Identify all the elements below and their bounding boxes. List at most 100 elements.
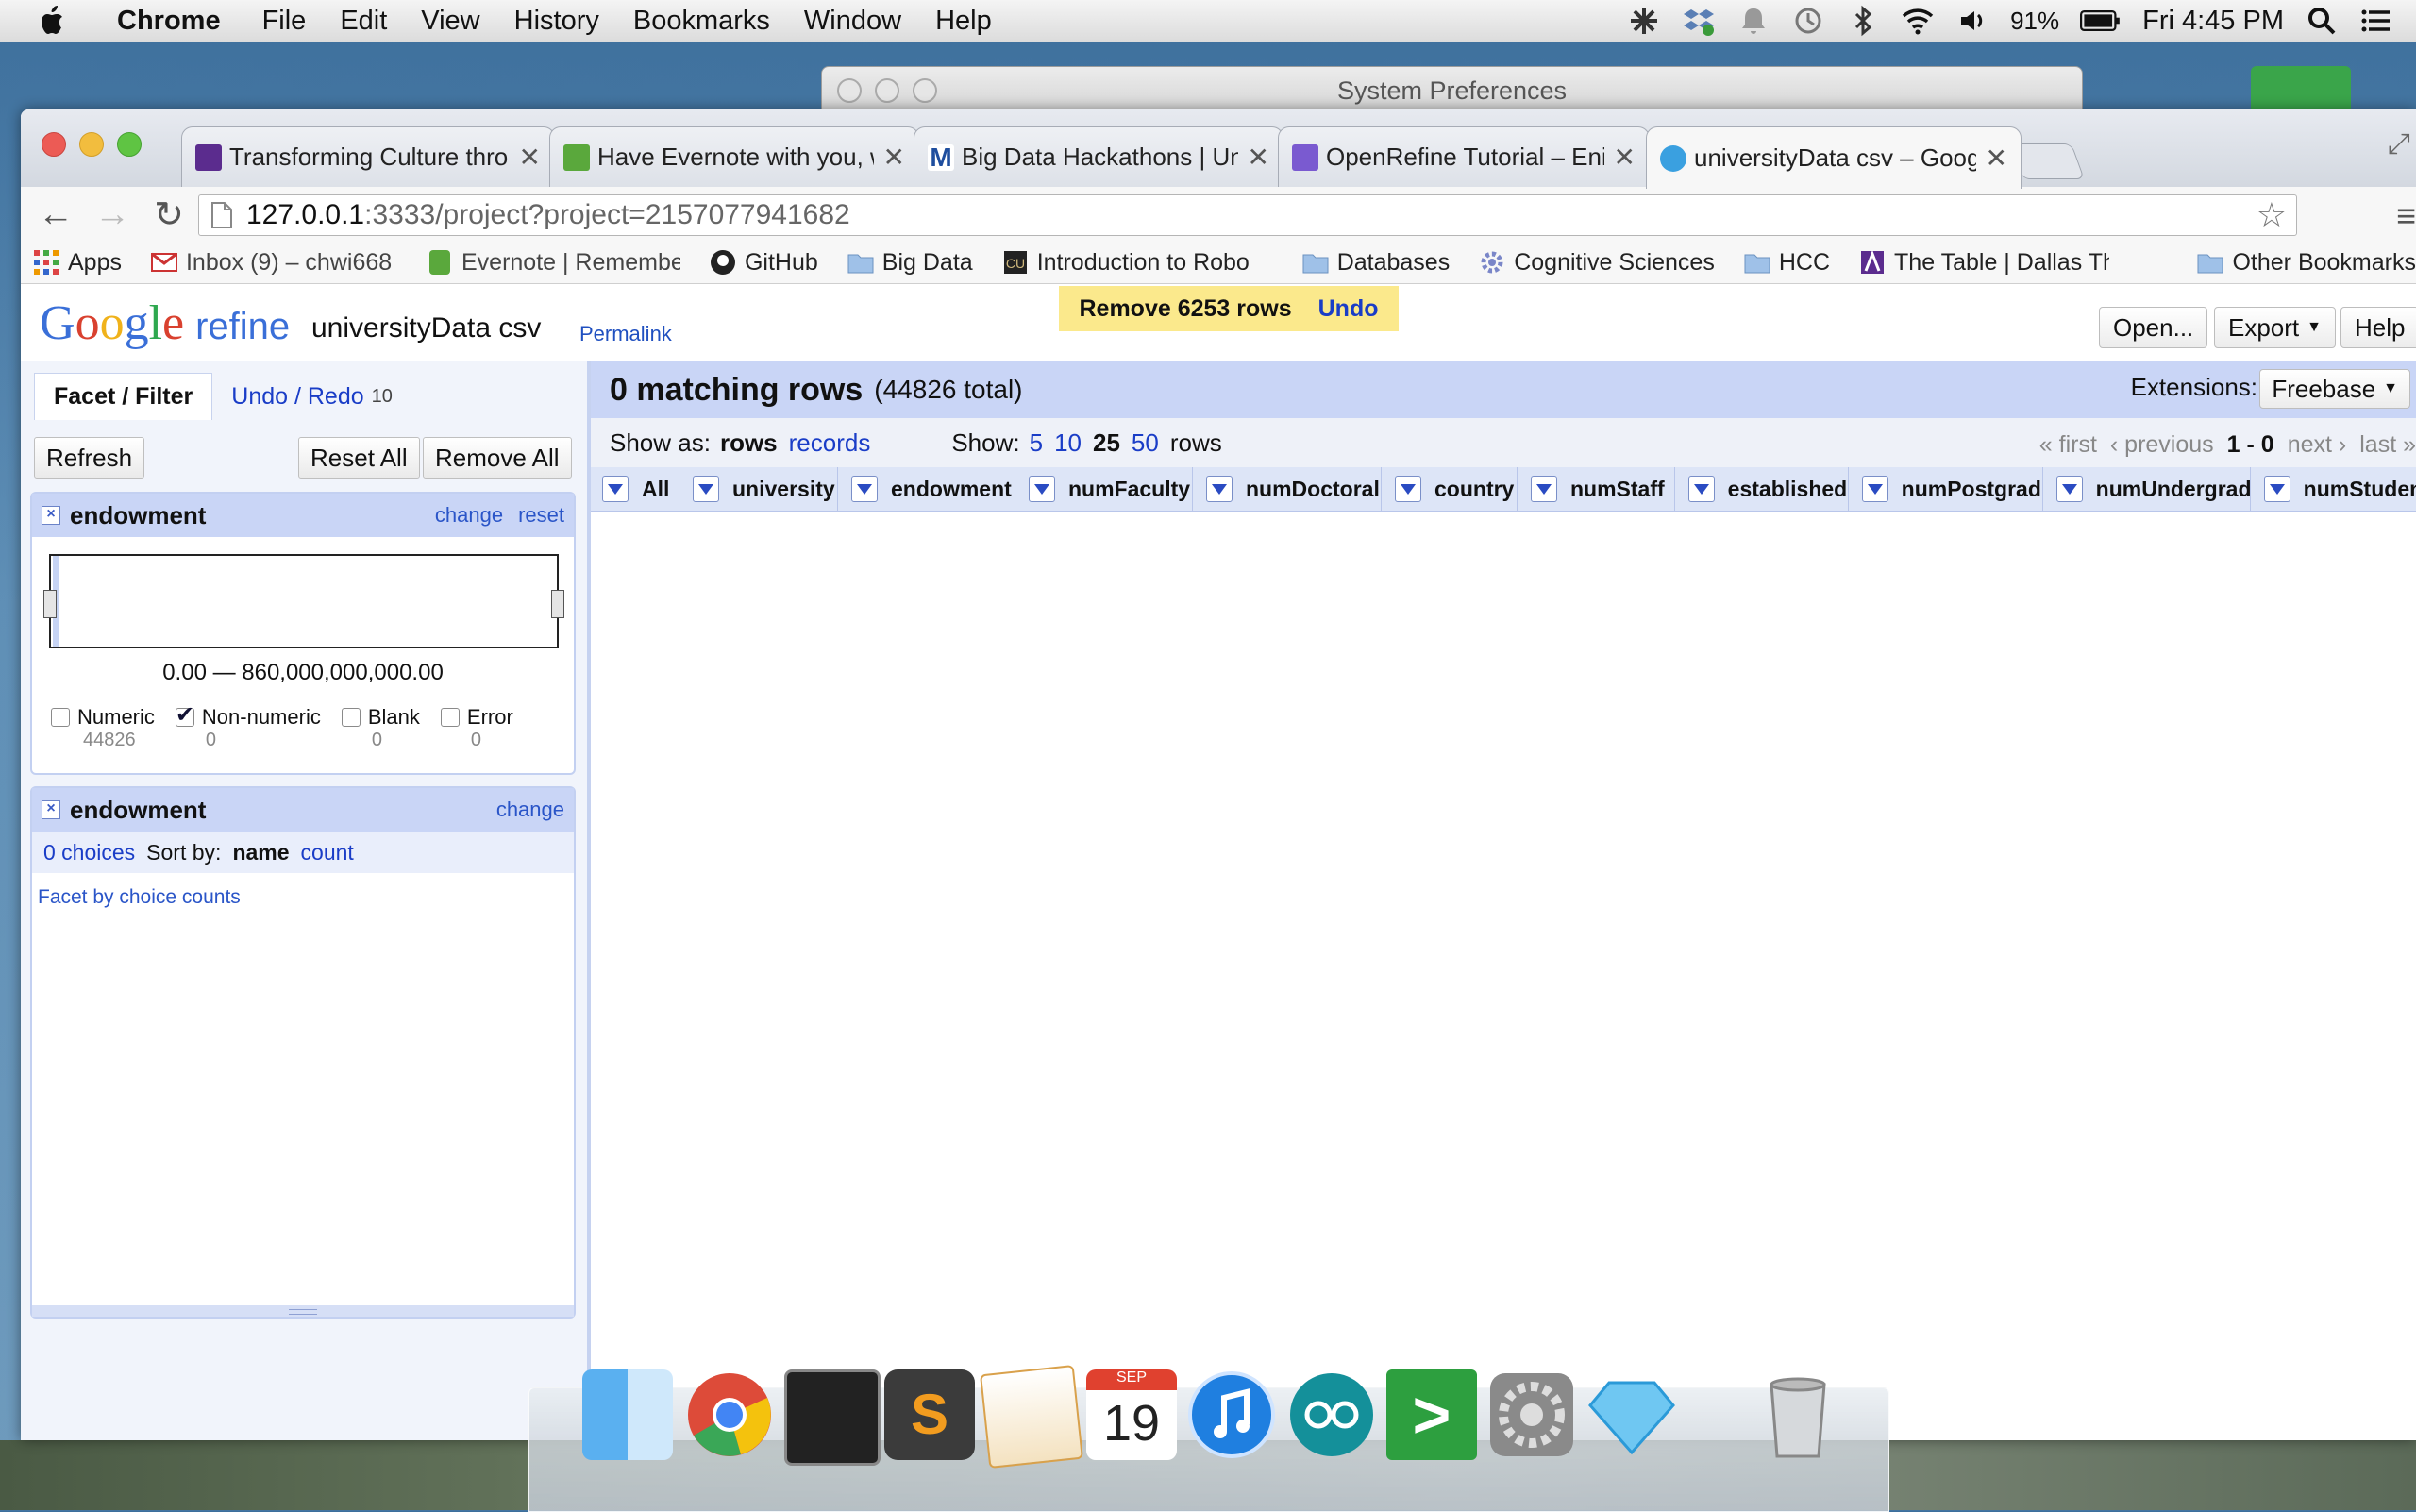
page-size-25-selected[interactable]: 25 [1093,428,1120,458]
menu-edit[interactable]: Edit [323,6,404,37]
system-preferences-icon[interactable] [1486,1369,1577,1460]
column-header-numundergrad[interactable]: numUndergrad [2043,467,2252,511]
column-header-numpostgrad[interactable]: numPostgrad [1849,467,2043,511]
bookmark-the-table[interactable]: The Table | Dallas Th [1858,248,2109,277]
tab-facet-filter[interactable]: Facet / Filter [34,373,213,420]
column-menu-icon[interactable] [2055,476,2083,502]
close-tab-icon[interactable]: ✕ [1248,142,1269,173]
bookmark-star-icon[interactable]: ☆ [2257,195,2287,235]
close-tab-icon[interactable]: ✕ [519,142,541,173]
page-size-10[interactable]: 10 [1054,428,1082,458]
checkbox-non-numeric[interactable]: Non-numeric 0 [175,701,321,751]
minimize-window-button[interactable] [79,132,104,157]
terminal-icon[interactable] [784,1369,881,1466]
facet-change-link[interactable]: change [496,798,564,822]
dropbox-icon[interactable] [1682,4,1716,38]
menu-bookmarks[interactable]: Bookmarks [616,6,787,37]
pager-previous[interactable]: ‹ previous [2110,431,2214,459]
reset-all-button[interactable]: Reset All [298,437,420,479]
checkbox-box[interactable] [341,708,361,727]
chrome-icon[interactable] [684,1369,775,1460]
column-menu-icon[interactable] [1395,476,1421,502]
wifi-icon[interactable] [1901,4,1935,38]
column-header-university[interactable]: university [680,467,838,511]
show-as-records-link[interactable]: records [789,428,871,458]
remove-facet-icon[interactable]: × [42,800,60,819]
column-menu-icon[interactable] [1861,476,1888,502]
freebase-extensions-button[interactable]: Freebase ▼ [2259,369,2410,409]
system-preferences-window[interactable]: System Preferences [821,66,2083,115]
column-menu-icon[interactable] [1531,476,1557,502]
column-menu-icon[interactable] [851,476,878,502]
tab-undo-redo[interactable]: Undo / Redo 10 [212,373,411,420]
browser-tab-4[interactable]: OpenRefine Tutorial – Enip ✕ [1278,126,1650,187]
chrome-menu-icon[interactable]: ≡ [2396,196,2416,236]
browser-tab-2[interactable]: Have Evernote with you, w ✕ [549,126,919,187]
checkbox-blank[interactable]: Blank 0 [341,705,420,751]
zoom-window-button[interactable] [117,132,142,157]
column-menu-icon[interactable] [1029,476,1055,502]
menu-app-name[interactable]: Chrome [100,6,238,37]
calendar-icon[interactable]: SEP 19 [1086,1369,1177,1460]
trash-icon[interactable] [1753,1369,1843,1460]
choices-count-link[interactable]: 0 choices [43,840,135,865]
time-machine-icon[interactable] [1791,4,1825,38]
facet-resize-handle[interactable] [32,1305,574,1317]
bookmark-apps[interactable]: Apps [32,248,122,277]
column-menu-icon[interactable] [2263,476,2290,502]
bookmark-inbox[interactable]: Inbox (9) – chwi668 [150,248,397,277]
range-left-handle[interactable] [43,590,57,618]
sketch-icon[interactable] [1586,1369,1677,1460]
open-button[interactable]: Open... [2099,307,2208,348]
column-menu-icon[interactable] [1206,476,1233,502]
page-size-5[interactable]: 5 [1030,428,1043,458]
facet-reset-link[interactable]: reset [518,503,564,528]
volume-icon[interactable] [1955,4,1989,38]
bookmark-evernote[interactable]: Evernote | Remembe [426,248,680,277]
pager-first[interactable]: « first [2039,431,2097,459]
column-header-country[interactable]: country [1382,467,1518,511]
menu-clock[interactable]: Fri 4:45 PM [2142,6,2284,37]
close-window-button[interactable] [42,132,66,157]
column-header-numstaff[interactable]: numStaff [1518,467,1675,511]
column-header-numstudents[interactable]: numStuden [2251,467,2416,511]
bookmark-cognitive-sciences[interactable]: Cognitive Sciences [1478,248,1715,277]
checkbox-box[interactable] [440,708,460,727]
menu-window[interactable]: Window [787,6,918,37]
show-as-rows[interactable]: rows [720,428,778,458]
bookmark-folder-big-data[interactable]: Big Data [847,248,973,277]
asterisk-icon[interactable] [1627,4,1661,38]
bookmark-folder-databases[interactable]: Databases [1301,248,1450,277]
checkbox-box-checked[interactable] [175,701,194,729]
menu-history[interactable]: History [497,6,616,37]
reload-icon[interactable]: ↻ [147,193,191,236]
spotlight-search-icon[interactable] [2305,4,2339,38]
sort-by-count-link[interactable]: count [301,840,354,865]
browser-tab-1[interactable]: Transforming Culture thro ✕ [181,126,555,187]
browser-tab-active[interactable]: universityData csv – Googl ✕ [1646,126,2022,189]
facet-change-link[interactable]: change [435,503,503,528]
undo-link[interactable]: Undo [1318,295,1379,323]
bluetooth-icon[interactable] [1846,4,1880,38]
column-menu-icon[interactable] [693,476,719,502]
finder-icon[interactable] [582,1369,673,1460]
permalink-link[interactable]: Permalink [579,322,672,346]
range-right-handle[interactable] [551,590,564,618]
checkbox-error[interactable]: Error 0 [440,705,513,751]
close-tab-icon[interactable]: ✕ [883,142,905,173]
pages-icon[interactable] [980,1365,1083,1469]
checkbox-box[interactable] [51,708,70,727]
bookmark-folder-hcc[interactable]: HCC [1743,248,1830,277]
itunes-icon[interactable] [1186,1369,1277,1460]
menu-file[interactable]: File [245,6,324,37]
remove-all-button[interactable]: Remove All [423,437,572,479]
column-header-all[interactable]: All [591,467,680,511]
export-button[interactable]: Export ▼ [2214,307,2336,348]
apple-icon[interactable] [34,2,72,40]
column-menu-icon[interactable] [1687,476,1715,502]
battery-icon[interactable] [2080,4,2122,38]
menu-help[interactable]: Help [918,6,1009,37]
checkbox-numeric[interactable]: Numeric 44826 [51,705,155,751]
sublime-icon[interactable]: S [884,1369,975,1460]
menu-view[interactable]: View [404,6,496,37]
